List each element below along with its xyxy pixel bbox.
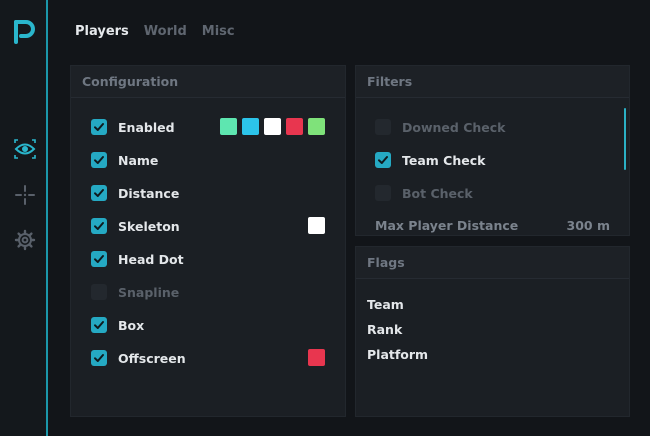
config-row-offscreen[interactable]: Offscreen bbox=[71, 347, 345, 369]
color-swatch[interactable] bbox=[286, 118, 303, 135]
config-label: Enabled bbox=[118, 119, 175, 135]
config-label: Skeleton bbox=[118, 218, 180, 234]
app-logo bbox=[12, 18, 36, 46]
max-distance-value: 300 m bbox=[566, 217, 610, 233]
config-label: Name bbox=[118, 152, 159, 168]
flag-item-rank[interactable]: Rank bbox=[367, 322, 402, 337]
config-row-snapline[interactable]: Snapline bbox=[71, 281, 345, 303]
tab-world[interactable]: World bbox=[144, 24, 187, 39]
config-label: Box bbox=[118, 317, 145, 333]
color-swatch[interactable] bbox=[308, 118, 325, 135]
checkbox-team-check[interactable] bbox=[375, 152, 391, 168]
filter-row-downed-check[interactable]: Downed Check bbox=[356, 116, 629, 138]
tab-players[interactable]: Players bbox=[75, 24, 129, 39]
gear-icon[interactable] bbox=[14, 229, 36, 251]
top-tabs: Players World Misc bbox=[75, 24, 235, 39]
checkbox-offscreen[interactable] bbox=[91, 350, 107, 366]
flag-item-team[interactable]: Team bbox=[367, 297, 404, 312]
tab-misc[interactable]: Misc bbox=[202, 24, 235, 39]
color-swatch[interactable] bbox=[220, 118, 237, 135]
filter-label: Team Check bbox=[402, 152, 486, 168]
color-swatch[interactable] bbox=[308, 217, 325, 234]
checkbox-distance[interactable] bbox=[91, 185, 107, 201]
color-swatch[interactable] bbox=[242, 118, 259, 135]
checkbox-enabled[interactable] bbox=[91, 119, 107, 135]
color-swatch[interactable] bbox=[264, 118, 281, 135]
config-label: Offscreen bbox=[118, 350, 186, 366]
configuration-title: Configuration bbox=[71, 66, 345, 98]
checkbox-snapline[interactable] bbox=[91, 284, 107, 300]
checkbox-bot-check[interactable] bbox=[375, 185, 391, 201]
config-row-box[interactable]: Box bbox=[71, 314, 345, 336]
filters-scrollbar[interactable] bbox=[624, 108, 626, 170]
config-label: Snapline bbox=[118, 284, 180, 300]
config-row-skeleton[interactable]: Skeleton bbox=[71, 215, 345, 237]
filter-row-team-check[interactable]: Team Check bbox=[356, 149, 629, 171]
checkbox-box[interactable] bbox=[91, 317, 107, 333]
checkbox-head-dot[interactable] bbox=[91, 251, 107, 267]
filter-label: Bot Check bbox=[402, 185, 473, 201]
config-label: Distance bbox=[118, 185, 180, 201]
filter-label: Downed Check bbox=[402, 119, 506, 135]
configuration-panel: Configuration Enabled Name Distance Skeleto… bbox=[70, 65, 346, 417]
config-row-distance[interactable]: Distance bbox=[71, 182, 345, 204]
max-distance-row[interactable]: Max Player Distance 300 m bbox=[356, 214, 629, 235]
checkbox-name[interactable] bbox=[91, 152, 107, 168]
filters-panel: Filters Downed Check Team Check Bot Check … bbox=[355, 65, 630, 236]
filters-title: Filters bbox=[356, 66, 629, 98]
checkbox-skeleton[interactable] bbox=[91, 218, 107, 234]
color-swatch[interactable] bbox=[308, 349, 325, 366]
flags-title: Flags bbox=[356, 247, 629, 279]
checkbox-downed-check[interactable] bbox=[375, 119, 391, 135]
filter-row-bot-check[interactable]: Bot Check bbox=[356, 182, 629, 204]
config-row-name[interactable]: Name bbox=[71, 149, 345, 171]
config-label: Head Dot bbox=[118, 251, 184, 267]
sidebar bbox=[0, 0, 48, 436]
max-distance-label: Max Player Distance bbox=[375, 217, 519, 233]
config-row-head-dot[interactable]: Head Dot bbox=[71, 248, 345, 270]
crosshair-icon[interactable] bbox=[14, 184, 36, 206]
eye-icon[interactable] bbox=[14, 138, 36, 160]
config-row-enabled[interactable]: Enabled bbox=[71, 116, 345, 138]
flags-panel: Flags Team Rank Platform bbox=[355, 246, 630, 417]
flag-item-platform[interactable]: Platform bbox=[367, 347, 428, 362]
